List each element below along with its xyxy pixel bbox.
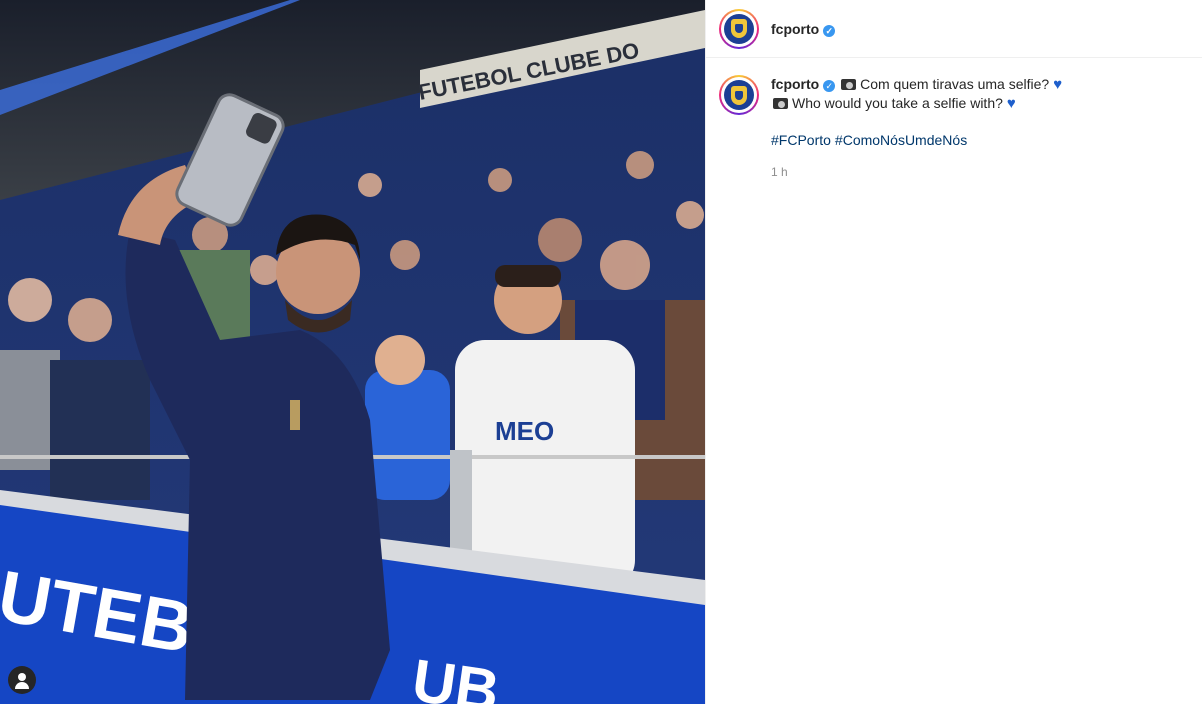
instagram-post: FUTEBOL CLUBE DO MEO UTEBOL UB fcporto ✓… — [0, 0, 1202, 704]
camera-emoji-icon — [841, 79, 857, 90]
caption-line-2: Who would you take a selfie with? — [792, 95, 1003, 111]
post-header: fcporto ✓ — [706, 0, 1202, 58]
hashtag-link[interactable]: #FCPorto — [771, 132, 831, 148]
user-icon — [18, 673, 26, 681]
caption: fcporto ✓ Com quem tiravas uma selfie? ♥ W… — [706, 58, 1202, 181]
verified-badge-icon: ✓ — [823, 24, 836, 37]
avatar[interactable] — [719, 8, 759, 49]
hashtag-link[interactable]: #ComoNósUmdeNós — [835, 132, 967, 148]
header-username[interactable]: fcporto ✓ — [771, 21, 836, 37]
caption-body: fcporto ✓ Com quem tiravas uma selfie? ♥ W… — [771, 75, 1062, 181]
caption-avatar[interactable] — [719, 75, 759, 115]
caption-line-1: Com quem tiravas uma selfie? — [860, 76, 1050, 92]
verified-badge-icon: ✓ — [823, 80, 836, 92]
fcporto-crest-icon — [724, 13, 754, 44]
post-sidebar: fcporto ✓ fcporto ✓ Com quem tiravas uma s… — [705, 0, 1202, 704]
hashtags: #FCPorto #ComoNósUmdeNós — [771, 131, 1062, 149]
caption-username[interactable]: fcporto — [771, 76, 819, 92]
camera-emoji-icon — [773, 98, 788, 109]
blue-heart-icon: ♥ — [1006, 95, 1016, 112]
post-image[interactable]: FUTEBOL CLUBE DO MEO UTEBOL UB — [0, 0, 705, 704]
selfie-photo: FUTEBOL CLUBE DO MEO UTEBOL UB — [0, 0, 705, 704]
shirt-sponsor-text: MEO — [495, 416, 554, 446]
blue-heart-icon: ♥ — [1053, 76, 1063, 93]
tagged-users-button[interactable] — [8, 666, 36, 694]
post-timestamp[interactable]: 1 h — [771, 163, 1062, 181]
fcporto-crest-icon — [724, 80, 754, 110]
